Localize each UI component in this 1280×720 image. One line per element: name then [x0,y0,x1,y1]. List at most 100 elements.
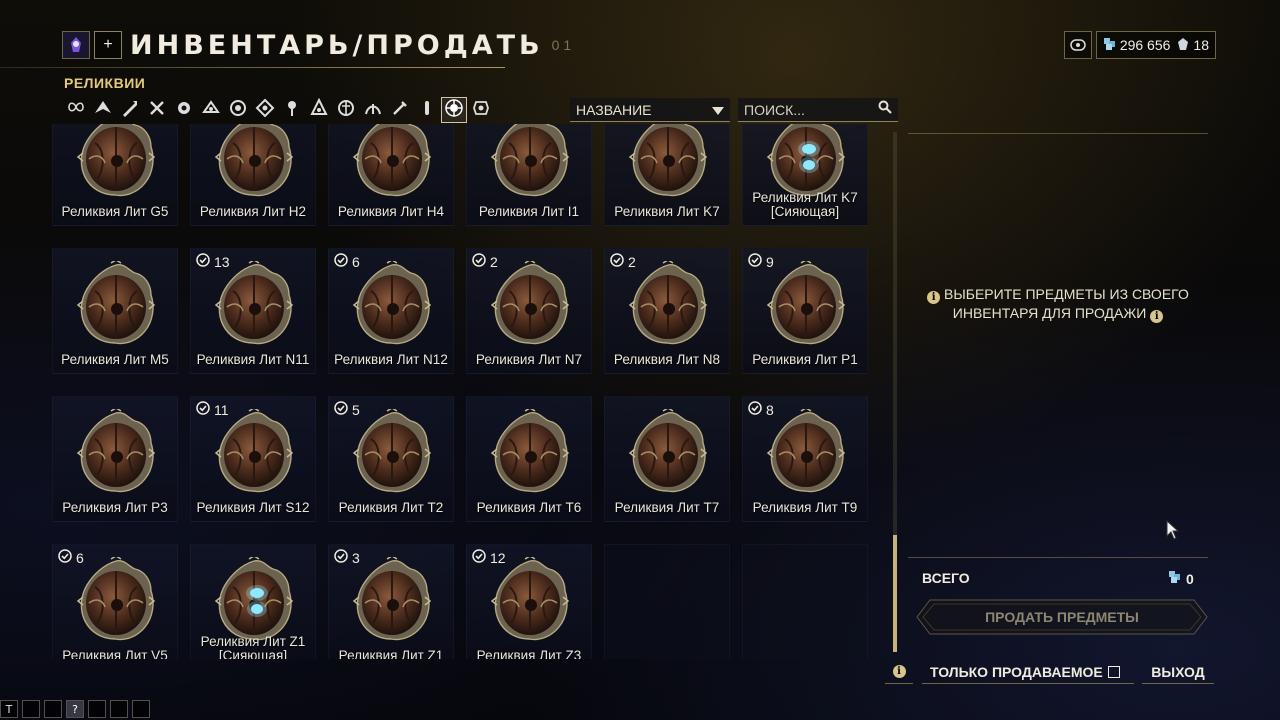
window-icon[interactable] [110,700,128,718]
fish-category-tab[interactable] [333,97,359,123]
item-name: Реликвия Лит Z3 [467,649,591,660]
search-icon[interactable] [88,700,106,718]
inventory-tile[interactable]: 2 Реликвия Лит N7 [466,248,592,374]
info-icon: i [892,665,906,678]
item-name: Реликвия Лит P3 [53,501,177,515]
sellable-only-label: ТОЛЬКО ПРОДАВАЕМОЕ [930,663,1103,680]
secondary-weapon-category-tab[interactable] [144,97,170,123]
relic-category-tab[interactable] [441,97,467,123]
item-name-line1: Реликвия Лит G5 [61,204,169,219]
total-value: 0 [1168,570,1194,587]
inventory-tile[interactable]: Реликвия Лит Z1 [Сияющая] [190,544,316,659]
item-count: 8 [766,401,774,418]
section-title: РЕЛИКВИИ [64,75,146,91]
item-count: 6 [76,549,84,566]
inventory-tile[interactable]: 11 Реликвия Лит S12 [190,396,316,522]
search-icon[interactable] [878,100,892,119]
inventory-tile[interactable]: 8 Реликвия Лит T9 [742,396,868,522]
inventory-tile[interactable]: Реликвия Лит K7 [604,124,730,226]
relic-icon [76,557,156,641]
relic-icon [766,124,846,197]
squad-icon[interactable] [44,700,62,718]
checkmark-circle-icon [748,253,762,270]
inventory-tile[interactable]: 13 Реликвия Лит N11 [190,248,316,374]
resource-category-tab[interactable] [306,97,332,123]
relic-icon [628,124,708,197]
item-name-line1: Реликвия Лит P1 [752,352,858,367]
inventory-tile[interactable]: Реликвия Лит I1 [466,124,592,226]
profile-icon[interactable] [62,31,90,59]
info-icon[interactable]: i [1150,310,1164,323]
inventory-tile[interactable]: Реликвия Лит G5 [52,124,178,226]
sellable-count-badge: 5 [334,401,360,418]
minimize-icon[interactable] [132,700,150,718]
inventory-tile[interactable]: Реликвия Лит P3 [52,396,178,522]
sell-items-button[interactable]: ПРОДАТЬ ПРЕДМЕТЫ [916,599,1208,635]
item-name-line1: Реликвия Лит I1 [478,204,580,219]
mods-category-tab[interactable] [225,97,251,123]
search-input[interactable] [744,101,864,118]
archwing-icon [93,98,113,123]
chat-toggle-icon[interactable] [1063,31,1092,59]
scrollbar-thumb[interactable] [893,535,897,652]
sellable-count-badge: 8 [748,401,774,418]
inventory-tile[interactable]: 12 Реликвия Лит Z3 [466,544,592,659]
inventory-tile[interactable]: 6 Реликвия Лит N12 [328,248,454,374]
relic-icon [352,557,432,641]
sellable-only-toggle[interactable]: ТОЛЬКО ПРОДАВАЕМОЕ [922,660,1134,684]
relic-icon [490,409,570,493]
inventory-tile[interactable]: 9 Реликвия Лит P1 [742,248,868,374]
search-box [738,98,898,122]
info-button[interactable]: i [885,660,913,684]
instructions-line1: ВЫБЕРИТЕ ПРЕДМЕТЫ ИЗ СВОЕГО [944,286,1189,302]
item-name: Реликвия Лит S12 [191,501,315,515]
inventory-tile[interactable]: 5 Реликвия Лит T2 [328,396,454,522]
misc-category-tab[interactable] [468,97,494,123]
item-name-line1: Реликвия Лит N8 [613,352,721,367]
sellable-count-badge: 12 [472,549,506,566]
help-icon[interactable]: ? [66,700,84,718]
sort-dropdown[interactable]: НАЗВАНИЕ [570,98,730,122]
add-button[interactable]: + [94,31,122,59]
empty-slot [742,544,868,659]
inventory-tile[interactable]: 2 Реликвия Лит N8 [604,248,730,374]
relic-icon [352,261,432,345]
item-name-line1: Реликвия Лит H4 [337,204,445,219]
companion-category-tab[interactable] [171,97,197,123]
key-category-tab[interactable] [279,97,305,123]
infinity-category-tab[interactable] [63,97,89,123]
instructions-line2: ИНВЕНТАРЯ ДЛЯ ПРОДАЖИ [952,305,1147,321]
glyph-category-tab[interactable] [414,97,440,123]
inventory-tile[interactable]: 6 Реликвия Лит V5 [52,544,178,659]
plants-category-tab[interactable] [360,97,386,123]
archwing-category-tab[interactable] [90,97,116,123]
inventory-tile[interactable]: Реликвия Лит H2 [190,124,316,226]
sellable-only-checkbox[interactable] [1107,665,1120,678]
item-name-line2: [Сияющая] [218,648,288,660]
currency-box: 296 656 18 [1095,31,1216,59]
exit-button[interactable]: ВЫХОД [1142,660,1214,684]
inventory-tile[interactable]: 3 Реликвия Лит Z1 [328,544,454,659]
sellable-count-badge: 2 [610,253,636,270]
shield-icon[interactable] [22,700,40,718]
checkmark-circle-icon [196,401,210,418]
primary-weapon-category-tab[interactable] [117,97,143,123]
sellable-count-badge: 13 [196,253,230,270]
item-count: 2 [490,253,498,270]
category-bar [63,97,494,123]
inventory-tile[interactable]: Реликвия Лит M5 [52,248,178,374]
gear-category-tab[interactable] [387,97,413,123]
info-icon: i [927,291,941,304]
text-chat-icon[interactable]: T [0,700,18,718]
item-name: Реликвия Лит H2 [191,205,315,219]
item-name: Реликвия Лит Z1 [329,649,453,660]
item-name-line1: Реликвия Лит T2 [338,500,444,515]
inventory-tile[interactable]: Реликвия Лит H4 [328,124,454,226]
platinum-value: 18 [1193,37,1209,53]
platinum-icon [1176,37,1190,54]
inventory-tile[interactable]: Реликвия Лит K7 [Сияющая] [742,124,868,226]
sentinel-category-tab[interactable] [198,97,224,123]
inventory-tile[interactable]: Реликвия Лит T7 [604,396,730,522]
inventory-tile[interactable]: Реликвия Лит T6 [466,396,592,522]
arcane-category-tab[interactable] [252,97,278,123]
